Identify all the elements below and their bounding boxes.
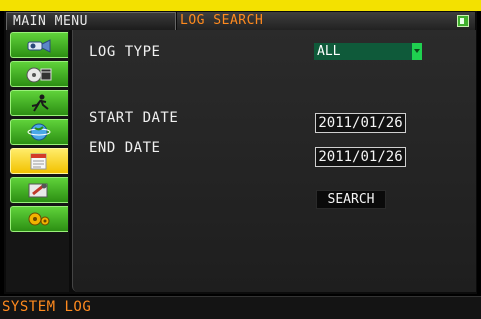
log-type-label: LOG TYPE [89, 44, 161, 60]
search-button[interactable]: SEARCH [316, 190, 386, 209]
main-menu-tab[interactable]: MAIN MENU [6, 12, 176, 30]
sidebar [6, 30, 69, 292]
sidebar-item-advanced[interactable] [10, 206, 68, 232]
sidebar-item-camera[interactable] [10, 32, 68, 58]
chevron-down-icon[interactable] [412, 43, 422, 60]
sidebar-item-tools[interactable] [10, 177, 68, 203]
log-calendar-icon [30, 153, 47, 170]
status-text: SYSTEM LOG [2, 299, 92, 315]
sidebar-item-network[interactable] [10, 119, 68, 145]
tools-icon [28, 183, 48, 198]
end-date-label: END DATE [89, 140, 161, 156]
log-type-value: ALL [317, 44, 341, 59]
status-bar: SYSTEM LOG [0, 296, 481, 319]
sidebar-item-motion[interactable] [10, 90, 68, 116]
exit-icon[interactable] [457, 15, 469, 27]
log-search-panel [72, 30, 476, 292]
sidebar-item-record[interactable] [10, 61, 68, 87]
window-title: LOG SEARCH [180, 13, 264, 28]
log-type-select[interactable]: ALL [314, 43, 422, 60]
camera-icon [27, 39, 51, 53]
advanced-settings-icon [28, 212, 50, 226]
start-date-field[interactable]: 2011/01/26 [315, 113, 406, 133]
start-date-label: START DATE [89, 110, 179, 126]
record-playback-icon [26, 67, 52, 83]
end-date-field[interactable]: 2011/01/26 [315, 147, 406, 167]
running-figure-icon [31, 94, 49, 112]
sidebar-item-log[interactable] [10, 148, 68, 174]
network-globe-icon [27, 123, 51, 141]
window-title-bar: LOG SEARCH [177, 12, 475, 31]
top-strip [0, 0, 481, 11]
